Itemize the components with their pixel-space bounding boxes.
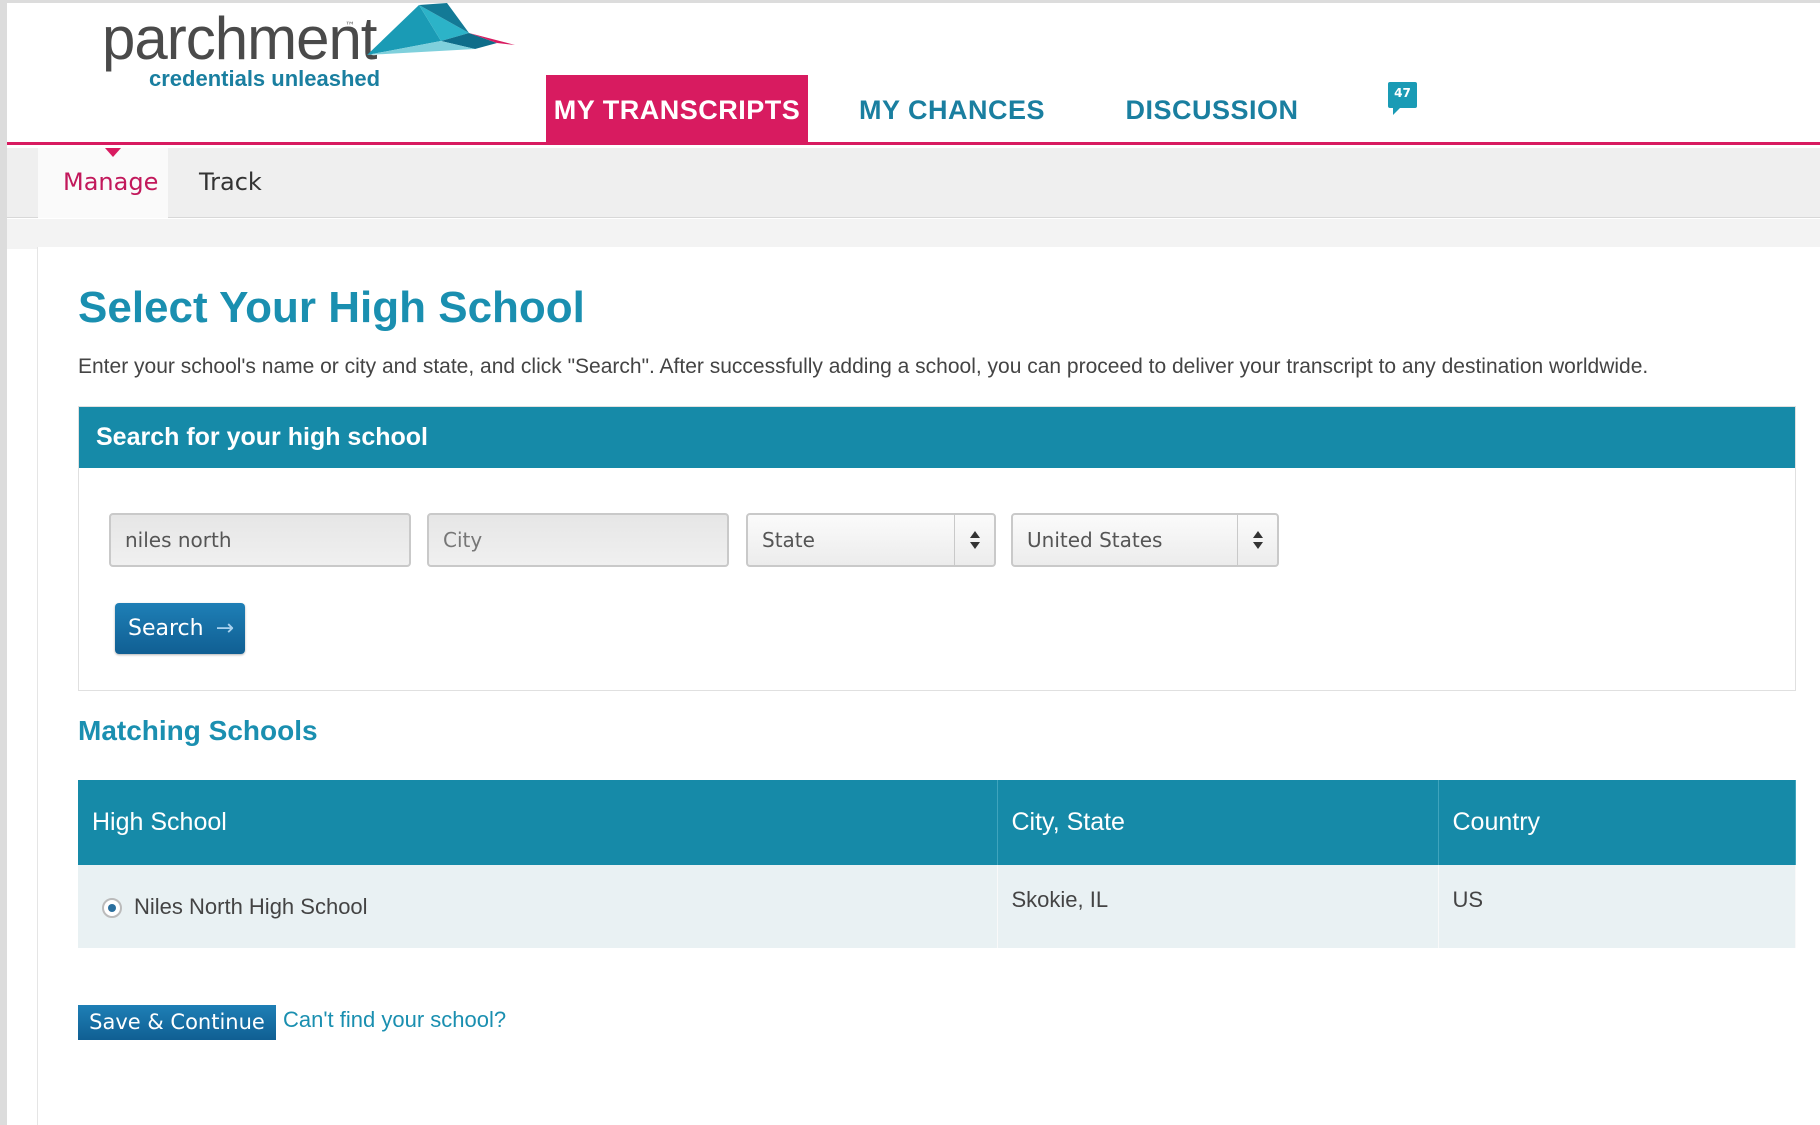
city-state-cell: Skokie, IL	[997, 865, 1439, 948]
logo-tagline: credentials unleashed	[149, 66, 381, 91]
state-select[interactable]: State	[746, 513, 996, 567]
bird-logo-icon	[367, 3, 515, 55]
intro-text: Enter your school's name or city and sta…	[78, 355, 1649, 378]
discussion-count-badge: 47	[1388, 82, 1417, 115]
logo-wordmark: parchment	[102, 5, 377, 72]
country-select-value: United States	[1027, 528, 1163, 552]
country-cell: US	[1438, 865, 1796, 948]
active-tab-caret-icon	[105, 148, 121, 157]
main-content: Select Your High School Enter your schoo…	[37, 247, 1820, 1125]
tab-my-transcripts[interactable]: MY TRANSCRIPTS	[546, 75, 808, 143]
column-country: Country	[1438, 780, 1796, 865]
parchment-logo[interactable]: parchment ™ credentials unleashed	[102, 3, 515, 98]
subtab-manage[interactable]: Manage	[38, 148, 168, 218]
table-row[interactable]: Niles North High School Skokie, IL US	[78, 865, 1796, 948]
search-button[interactable]: Search →	[115, 603, 245, 654]
table-header-row: High School City, State Country	[78, 780, 1796, 865]
school-cell[interactable]: Niles North High School	[78, 865, 998, 948]
select-arrows-icon	[954, 515, 994, 565]
decorative-band	[7, 219, 1820, 249]
column-city-state: City, State	[997, 780, 1439, 865]
sub-navigation: Manage Track	[7, 148, 1820, 218]
arrow-right-icon: →	[215, 616, 234, 641]
select-arrows-icon	[1237, 515, 1277, 565]
search-panel-title: Search for your high school	[79, 407, 1795, 468]
state-select-value: State	[762, 528, 815, 552]
country-select[interactable]: United States	[1011, 513, 1279, 567]
search-panel: Search for your high school niles north …	[78, 406, 1796, 691]
tab-discussion[interactable]: DISCUSSION	[1097, 75, 1327, 143]
school-radio-button[interactable]	[102, 897, 122, 918]
save-continue-button[interactable]: Save & Continue	[78, 1005, 276, 1040]
cant-find-school-link[interactable]: Can't find your school?	[283, 1007, 506, 1033]
tab-my-chances[interactable]: MY CHANCES	[827, 75, 1077, 143]
page-title: Select Your High School	[78, 283, 585, 332]
school-name: Niles North High School	[134, 893, 368, 919]
results-table: High School City, State Country Niles No…	[78, 780, 1796, 948]
matching-schools-title: Matching Schools	[78, 715, 318, 746]
column-high-school: High School	[78, 780, 998, 865]
city-input[interactable]: City	[427, 513, 729, 567]
subtab-track[interactable]: Track	[174, 148, 287, 218]
search-button-label: Search	[128, 616, 204, 641]
browser-page: parchment ™ credentials unleashed MY TRA…	[7, 3, 1820, 1125]
logo-trademark: ™	[345, 21, 355, 32]
school-name-input[interactable]: niles north	[109, 513, 411, 567]
site-header: parchment ™ credentials unleashed MY TRA…	[7, 3, 1820, 145]
